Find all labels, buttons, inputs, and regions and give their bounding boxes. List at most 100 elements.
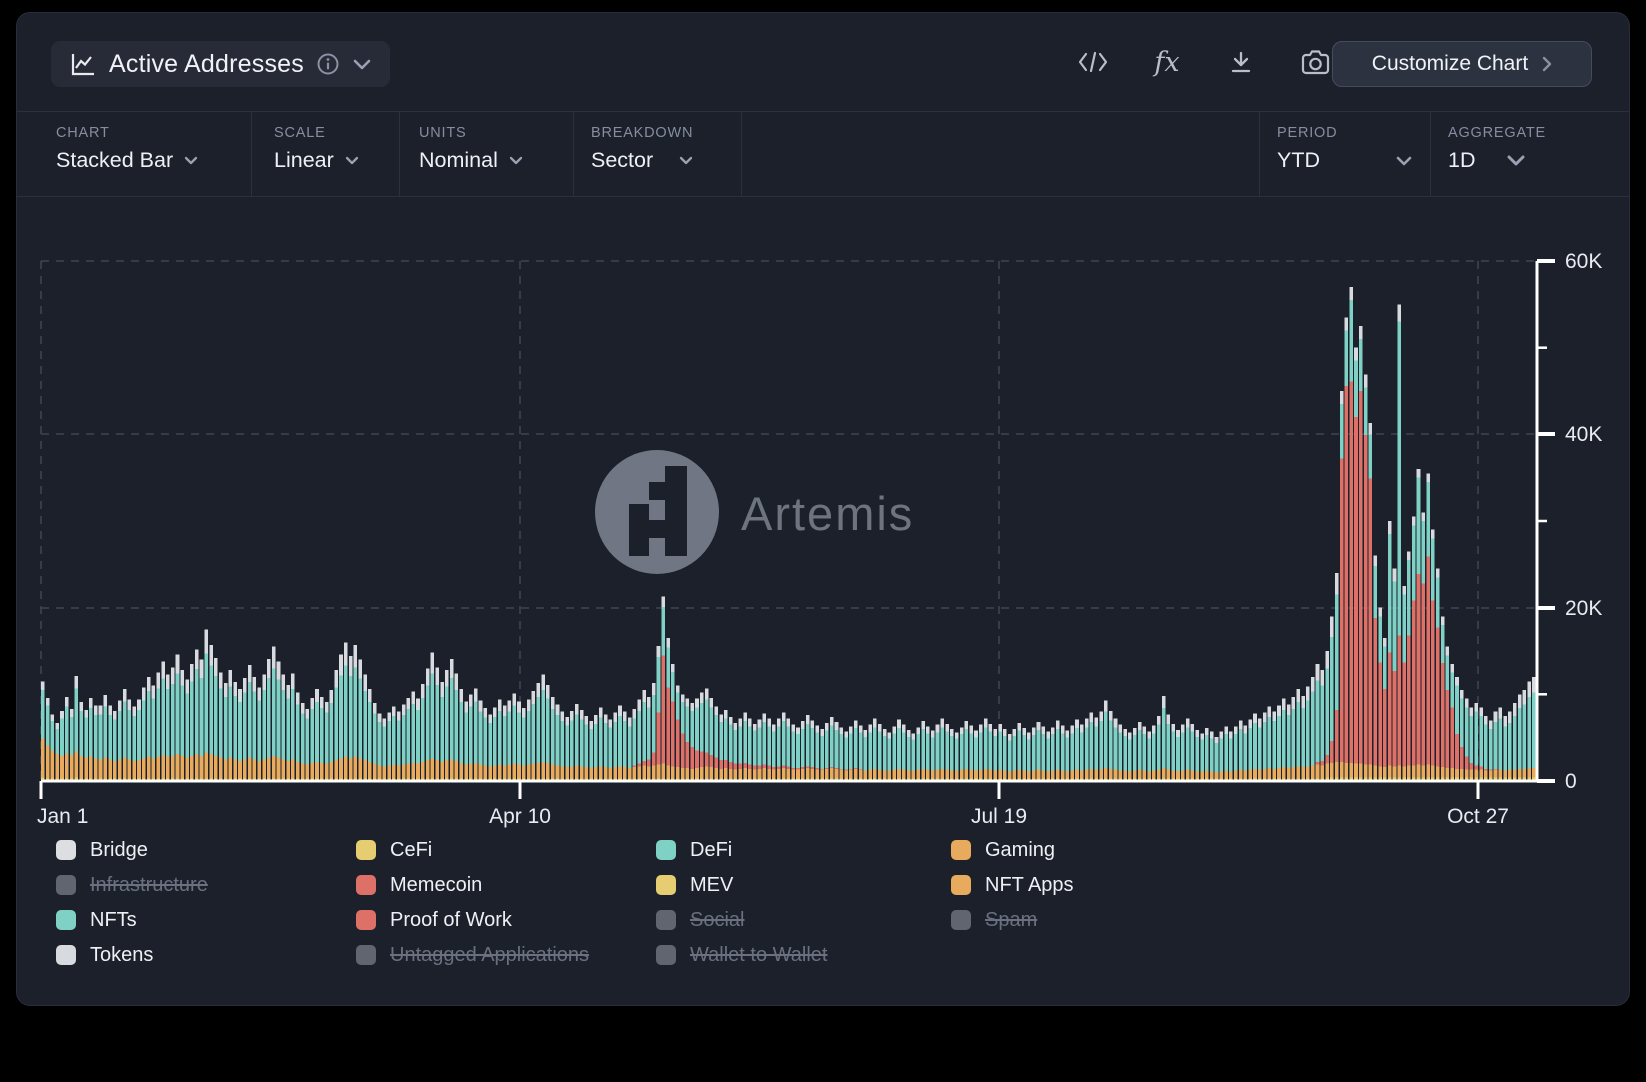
scale-dropdown[interactable]: SCALE Linear — [274, 125, 359, 173]
chart-controls-bar: CHART Stacked Bar SCALE Linear UNITS Nom… — [17, 111, 1629, 197]
legend-label: Tokens — [90, 944, 153, 967]
legend-item-social[interactable]: Social — [656, 909, 951, 931]
units-value: Nominal — [419, 148, 498, 173]
chevron-down-icon — [1396, 156, 1412, 166]
legend-swatch — [951, 840, 971, 860]
x-tick-jul19: Jul 19 — [971, 805, 1027, 828]
aggregate-value: 1D — [1448, 148, 1475, 173]
legend-item-proof-of-work[interactable]: Proof of Work — [356, 909, 656, 931]
watermark-text: Artemis — [741, 487, 914, 540]
breakdown-label: BREAKDOWN — [591, 125, 693, 141]
divider — [251, 112, 252, 196]
formula-icon[interactable]: fx — [1150, 45, 1184, 79]
legend-swatch — [951, 875, 971, 895]
chevron-down-icon — [184, 156, 198, 165]
legend-item-bridge[interactable]: Bridge — [56, 839, 356, 861]
legend-item-spam[interactable]: Spam — [951, 909, 1271, 931]
camera-screenshot-icon[interactable] — [1298, 45, 1332, 79]
customize-chart-label: Customize Chart — [1372, 52, 1528, 76]
chevron-down-icon — [1507, 155, 1525, 166]
artemis-watermark: Artemis — [595, 450, 914, 574]
breakdown-dropdown[interactable]: BREAKDOWN Sector — [591, 125, 693, 173]
period-value: YTD — [1277, 148, 1320, 173]
aggregate-label: AGGREGATE — [1448, 125, 1546, 141]
legend-swatch — [656, 840, 676, 860]
units-dropdown[interactable]: UNITS Nominal — [419, 125, 523, 173]
metric-selector-button[interactable]: Active Addresses — [51, 41, 390, 87]
legend-label: NFT Apps — [985, 874, 1074, 897]
legend-swatch — [56, 945, 76, 965]
chevron-down-icon — [345, 156, 359, 165]
legend-item-gaming[interactable]: Gaming — [951, 839, 1271, 861]
legend-label: Proof of Work — [390, 909, 512, 932]
legend-swatch — [356, 875, 376, 895]
legend-label: Spam — [985, 909, 1037, 932]
legend-item-wallet-to-wallet[interactable]: Wallet to Wallet — [656, 944, 951, 966]
legend-label: Social — [690, 909, 744, 932]
legend-swatch — [951, 910, 971, 930]
legend-label: DeFi — [690, 839, 732, 862]
legend-label: CeFi — [390, 839, 432, 862]
x-tick-oct27: Oct 27 — [1447, 805, 1509, 828]
legend-label: Bridge — [90, 839, 148, 862]
period-label: PERIOD — [1277, 125, 1412, 141]
legend-item-nft-apps[interactable]: NFT Apps — [951, 874, 1271, 896]
legend-item-mev[interactable]: MEV — [656, 874, 951, 896]
legend-column: Gaming NFT Apps Spam — [951, 839, 1271, 966]
divider — [1259, 112, 1260, 196]
customize-chart-button[interactable]: Customize Chart — [1332, 41, 1592, 87]
period-dropdown[interactable]: PERIOD YTD — [1277, 125, 1412, 173]
legend-column: CeFi Memecoin Proof of Work Untagged Applic… — [356, 839, 656, 966]
legend-item-tokens[interactable]: Tokens — [56, 944, 356, 966]
legend-item-defi[interactable]: DeFi — [656, 839, 951, 861]
legend-swatch — [656, 875, 676, 895]
breakdown-value: Sector — [591, 148, 653, 173]
legend-label: Untagged Applications — [390, 944, 589, 967]
legend-item-infrastructure[interactable]: Infrastructure — [56, 874, 356, 896]
chart-type-label: CHART — [56, 125, 198, 141]
legend-label: MEV — [690, 874, 733, 897]
chart-type-dropdown[interactable]: CHART Stacked Bar — [56, 125, 198, 173]
embed-code-icon[interactable] — [1076, 45, 1110, 79]
scale-value: Linear — [274, 148, 334, 173]
chart-panel: Active Addresses fx — [16, 12, 1630, 1006]
divider — [573, 112, 574, 196]
header: Active Addresses fx — [17, 13, 1629, 111]
download-icon[interactable] — [1224, 45, 1258, 79]
legend-swatch — [656, 945, 676, 965]
divider — [399, 112, 400, 196]
legend-label: Wallet to Wallet — [690, 944, 827, 967]
legend-swatch — [656, 910, 676, 930]
chevron-down-icon — [679, 156, 693, 165]
legend-item-nfts[interactable]: NFTs — [56, 909, 356, 931]
y-tick-60k: 60K — [1565, 250, 1602, 273]
legend-swatch — [356, 910, 376, 930]
page-title: Active Addresses — [109, 50, 304, 79]
scale-label: SCALE — [274, 125, 359, 141]
legend-swatch — [56, 875, 76, 895]
legend-item-memecoin[interactable]: Memecoin — [356, 874, 656, 896]
aggregate-dropdown[interactable]: AGGREGATE 1D — [1448, 125, 1546, 173]
legend-swatch — [356, 840, 376, 860]
legend-item-untagged-applications[interactable]: Untagged Applications — [356, 944, 656, 966]
legend-label: Gaming — [985, 839, 1055, 862]
toolbar: fx — [1076, 13, 1332, 111]
y-tick-40k: 40K — [1565, 423, 1602, 446]
info-icon[interactable] — [316, 52, 340, 76]
legend-swatch — [56, 840, 76, 860]
stacked-bar-chart[interactable]: Artemis 60K 40K 20K 0 — [17, 199, 1630, 849]
legend-label: NFTs — [90, 909, 137, 932]
divider — [1430, 112, 1431, 196]
legend-swatch — [356, 945, 376, 965]
chevron-right-icon — [1542, 56, 1552, 72]
chevron-down-icon[interactable] — [352, 54, 372, 74]
legend-label: Memecoin — [390, 874, 482, 897]
legend-column: DeFi MEV Social Wallet to Wallet — [656, 839, 951, 966]
legend-item-cefi[interactable]: CeFi — [356, 839, 656, 861]
chevron-down-icon — [509, 156, 523, 165]
legend-swatch — [56, 910, 76, 930]
y-tick-0: 0 — [1565, 770, 1577, 793]
legend-label: Infrastructure — [90, 874, 208, 897]
x-tick-jan1: Jan 1 — [37, 805, 88, 828]
units-label: UNITS — [419, 125, 523, 141]
